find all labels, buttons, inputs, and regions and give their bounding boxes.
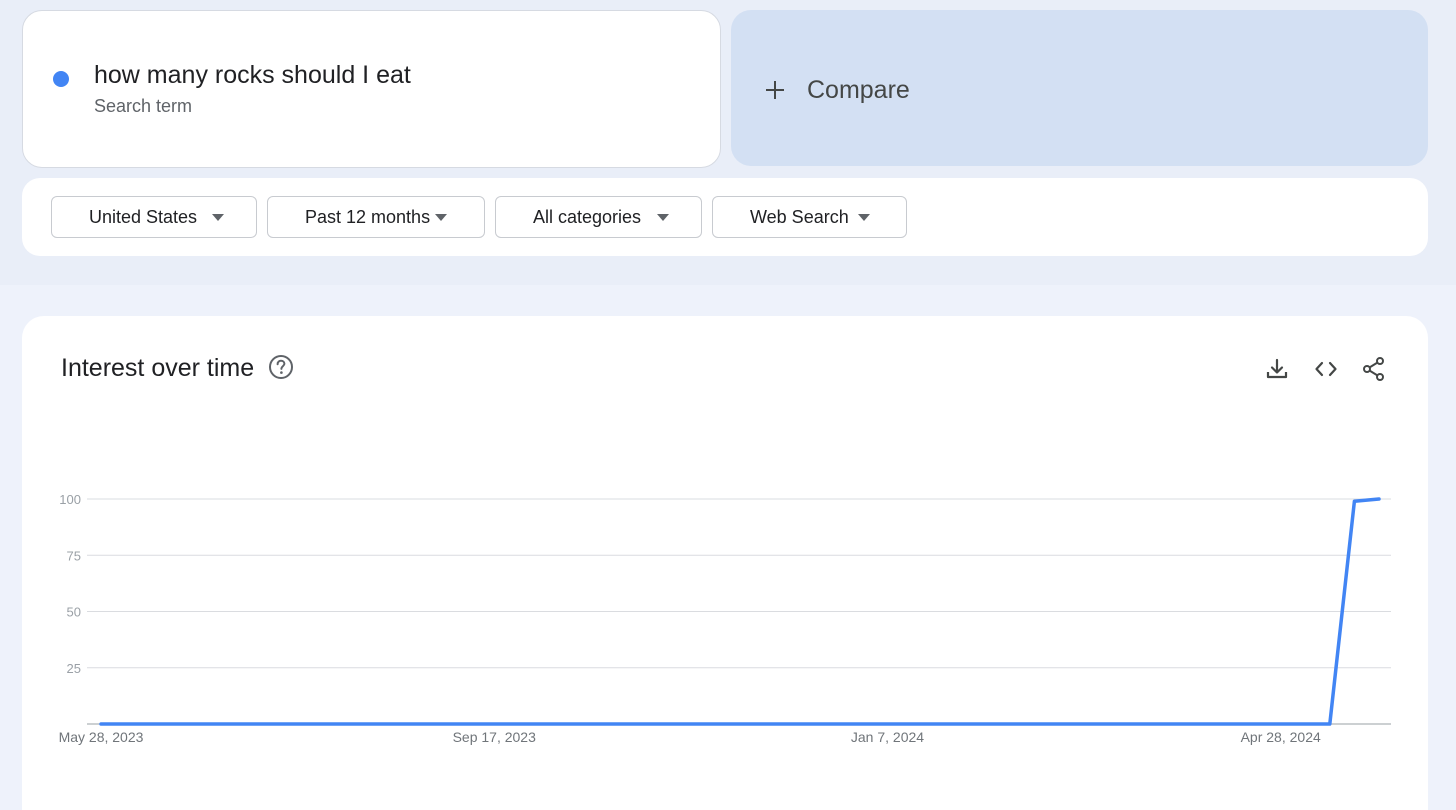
search-term-card[interactable]: how many rocks should I eat Search term (22, 10, 721, 168)
compare-label: Compare (807, 76, 910, 104)
chevron-down-icon (435, 214, 447, 221)
y-tick-label: 25 (67, 661, 81, 676)
chevron-down-icon (212, 214, 224, 221)
y-tick-label: 50 (67, 605, 81, 620)
time-range-filter-dropdown[interactable]: Past 12 months (267, 196, 485, 238)
x-tick-label: Sep 17, 2023 (453, 729, 537, 745)
filters-bar: United States Past 12 months All categor… (22, 178, 1428, 256)
category-filter-dropdown[interactable]: All categories (495, 196, 702, 238)
x-tick-label: Apr 28, 2024 (1241, 729, 1321, 745)
line-chart: 25 50 75 100 May 28, 2023 Sep 17, 2023 Jan 7, … (59, 492, 1391, 745)
series-color-dot (53, 71, 69, 87)
category-filter-label: All categories (533, 207, 642, 227)
region-filter-label: United States (89, 207, 198, 227)
search-term-subtitle: Search term (94, 96, 193, 116)
interest-over-time-card: Interest over time 25 50 75 100 May 28, 2023… (22, 316, 1428, 810)
time-range-filter-label: Past 12 months (305, 207, 431, 227)
y-tick-label: 100 (59, 492, 81, 507)
x-tick-label: Jan 7, 2024 (851, 729, 924, 745)
compare-button[interactable]: Compare (731, 10, 1428, 166)
y-tick-label: 75 (67, 548, 81, 563)
property-filter-dropdown[interactable]: Web Search (712, 196, 907, 238)
plus-icon (765, 80, 785, 100)
x-tick-label: May 28, 2023 (59, 729, 144, 745)
region-filter-dropdown[interactable]: United States (51, 196, 257, 238)
search-term-title[interactable]: how many rocks should I eat (94, 61, 411, 90)
property-filter-label: Web Search (750, 207, 849, 227)
chevron-down-icon (657, 214, 669, 221)
chevron-down-icon (858, 214, 870, 221)
